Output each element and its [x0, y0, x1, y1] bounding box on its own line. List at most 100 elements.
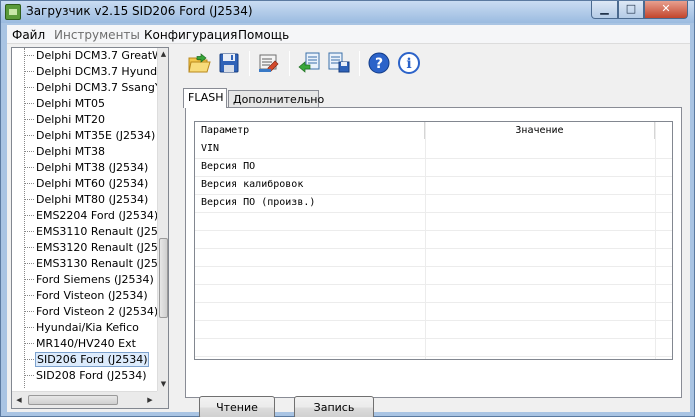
tree-item-label: Ford Visteon (J2534) — [36, 289, 148, 302]
tree-connector — [24, 87, 34, 88]
scroll-right-icon[interactable]: ▶ — [143, 392, 157, 408]
tree-item[interactable]: Delphi MT80 (J2534) — [12, 192, 157, 208]
tree-item[interactable]: SID206 Ford (J2534) — [12, 352, 157, 368]
tree-item[interactable]: Delphi MT38 (J2534) — [12, 160, 157, 176]
table-row[interactable]: Версия ПО — [195, 158, 672, 176]
ecu-tree[interactable]: Delphi DCM3.7 GreatWal Delphi DCM3.7 Hyun… — [11, 47, 169, 409]
tree-item[interactable]: SID208 Ford (J2534) — [12, 368, 157, 384]
value-cell — [425, 194, 655, 212]
flash-tab-panel: Параметр Значение VIN Версия ПО Версия кал… — [185, 107, 682, 417]
info-button[interactable]: i — [397, 51, 421, 75]
value-cell — [425, 158, 655, 176]
column-header-value[interactable]: Значение — [425, 122, 655, 139]
tree-item-label: Delphi MT60 (J2534) — [36, 177, 149, 190]
horizontal-scroll-thumb[interactable] — [28, 395, 118, 405]
table-row[interactable]: Версия ПО (произв.) — [195, 194, 672, 212]
tree-item[interactable]: MR140/HV240 Ext — [12, 336, 157, 352]
tree-item-label: Delphi MT35E (J2534) — [36, 129, 156, 142]
tab-flash[interactable]: FLASH — [183, 88, 227, 108]
table-row[interactable]: VIN — [195, 140, 672, 158]
tree-item-label: Ford Visteon 2 (J2534) — [36, 305, 157, 318]
tree-item-label: Ford Siemens (J2534) — [36, 273, 154, 286]
write-ecu-button[interactable] — [327, 51, 351, 75]
tree-connector — [24, 311, 34, 312]
settings-button[interactable] — [257, 51, 281, 75]
close-button[interactable]: ✕ — [644, 1, 688, 19]
tree-connector — [24, 247, 34, 248]
table-row-divider — [195, 284, 672, 285]
open-button[interactable] — [187, 51, 211, 75]
tree-horizontal-scrollbar[interactable]: ◀ ▶ — [12, 391, 157, 408]
table-row[interactable]: Версия калибровок — [195, 176, 672, 194]
parameter-cell: Версия ПО (произв.) — [201, 197, 316, 208]
tree-connector — [24, 327, 34, 328]
menu-configuration[interactable]: Конфигурация — [144, 28, 237, 42]
title-bar[interactable]: Загрузчик v2.15 SID206 Ford (J2534) ▁ □ … — [1, 1, 694, 23]
table-row-divider — [195, 230, 672, 231]
parameter-cell: Версия калибровок — [201, 179, 304, 190]
info-icon: i — [398, 52, 420, 74]
scroll-down-icon[interactable]: ▼ — [158, 378, 168, 391]
tree-item[interactable]: EMS3120 Renault (J2534 — [12, 240, 157, 256]
toolbar-separator — [289, 51, 290, 76]
column-header-parameter[interactable]: Параметр — [195, 122, 425, 139]
tree-item[interactable]: Ford Siemens (J2534) — [12, 272, 157, 288]
tree-connector — [24, 71, 34, 72]
tree-connector — [24, 231, 34, 232]
menu-tools[interactable]: Инструменты — [54, 28, 140, 42]
write-button[interactable]: Запись — [294, 396, 374, 417]
tab-additional[interactable]: Дополнительно — [228, 90, 324, 108]
tree-connector — [24, 119, 34, 120]
scroll-left-icon[interactable]: ◀ — [12, 392, 26, 408]
tree-item[interactable]: EMS3130 Renault (J2534 — [12, 256, 157, 272]
maximize-button[interactable]: □ — [618, 1, 644, 19]
tree-item-label: Delphi MT38 — [36, 145, 106, 158]
vertical-scroll-thumb[interactable] — [159, 238, 168, 318]
parameter-cell: Версия ПО — [201, 161, 256, 172]
app-window: Загрузчик v2.15 SID206 Ford (J2534) ▁ □ … — [0, 0, 695, 417]
menu-help[interactable]: Помощь — [238, 28, 289, 42]
tree-connector — [24, 103, 34, 104]
tree-item[interactable]: Ford Visteon 2 (J2534) — [12, 304, 157, 320]
tree-connector — [24, 295, 34, 296]
help-button[interactable]: ? — [367, 51, 391, 75]
toolbar-separator — [359, 51, 360, 76]
value-cell — [425, 140, 655, 158]
tree-item[interactable]: Delphi DCM3.7 SsangYo — [12, 80, 157, 96]
tree-item[interactable]: EMS3110 Renault (J2534 — [12, 224, 157, 240]
scroll-up-icon[interactable]: ▲ — [158, 48, 168, 61]
tree-item[interactable]: Delphi DCM3.7 Hyundai/ — [12, 64, 157, 80]
close-icon: ✕ — [661, 2, 671, 15]
tree-item[interactable]: EMS2204 Ford (J2534) — [12, 208, 157, 224]
read-button[interactable]: Чтение — [199, 396, 275, 417]
tree-item[interactable]: Delphi MT38 — [12, 144, 157, 160]
minimize-button[interactable]: ▁ — [591, 1, 618, 19]
save-button[interactable] — [217, 51, 241, 75]
read-ecu-icon — [298, 52, 320, 73]
table-row-divider — [195, 248, 672, 249]
tree-item[interactable]: Delphi MT05 — [12, 96, 157, 112]
tree-vertical-scrollbar[interactable]: ▲ ▼ — [157, 48, 168, 391]
tree-item[interactable]: Delphi MT60 (J2534) — [12, 176, 157, 192]
tree-item[interactable]: Delphi MT35E (J2534) — [12, 128, 157, 144]
help-icon: ? — [368, 52, 390, 74]
tree-item[interactable]: Delphi DCM3.7 GreatWal — [12, 48, 157, 64]
open-folder-icon — [188, 53, 211, 73]
tree-item[interactable]: Ford Visteon (J2534) — [12, 288, 157, 304]
svg-text:?: ? — [375, 56, 383, 72]
toolbar-separator — [249, 51, 250, 76]
read-ecu-button[interactable] — [297, 51, 321, 75]
tree-connector — [24, 343, 34, 344]
tree-item-label: Delphi DCM3.7 Hyundai/ — [36, 65, 157, 78]
tree-item[interactable]: Delphi MT20 — [12, 112, 157, 128]
svg-text:i: i — [406, 56, 411, 72]
tree-item[interactable]: Hyundai/Kia Kefico — [12, 320, 157, 336]
write-button-label: Запись — [313, 401, 355, 414]
tree-connector — [24, 151, 34, 152]
tree-item-label: Hyundai/Kia Kefico — [36, 321, 139, 334]
tree-item-label: Delphi DCM3.7 SsangYo — [36, 81, 157, 94]
parameters-table[interactable]: Параметр Значение VIN Версия ПО Версия кал… — [194, 121, 673, 360]
menu-file[interactable]: Файл — [12, 28, 45, 42]
tree-connector — [24, 55, 34, 56]
table-row-divider — [195, 338, 672, 339]
